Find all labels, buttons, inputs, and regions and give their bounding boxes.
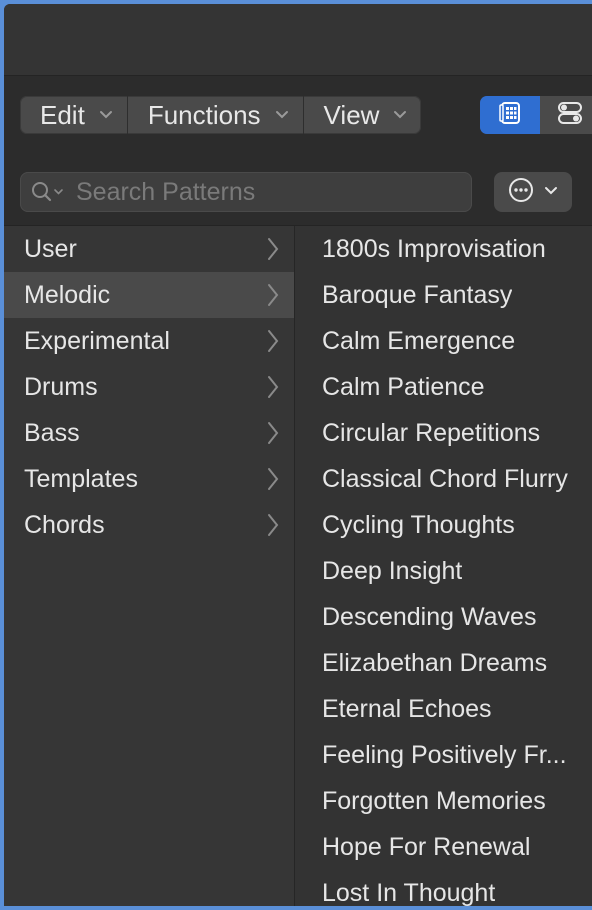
pattern-item[interactable]: Baroque Fantasy	[295, 272, 592, 318]
toolbar: Edit Functions View	[4, 75, 592, 154]
category-item-templates[interactable]: Templates	[4, 456, 294, 502]
more-options-button[interactable]	[494, 172, 572, 212]
search-row	[4, 153, 592, 226]
category-item-bass[interactable]: Bass	[4, 410, 294, 456]
chevron-right-icon	[266, 282, 280, 315]
pattern-label: Eternal Echoes	[322, 694, 492, 723]
view-menu-label: View	[323, 99, 380, 130]
pattern-item[interactable]: Classical Chord Flurry	[295, 456, 592, 502]
chevron-right-icon	[266, 420, 280, 453]
chevron-right-icon	[266, 328, 280, 361]
pattern-label: Cycling Thoughts	[322, 510, 515, 539]
pattern-label: Classical Chord Flurry	[322, 464, 568, 493]
grid-view-button[interactable]	[480, 96, 540, 134]
chevron-right-icon	[266, 512, 280, 545]
category-label: Melodic	[24, 280, 111, 309]
pattern-item[interactable]: Calm Emergence	[295, 318, 592, 364]
pattern-label: Forgotten Memories	[322, 786, 546, 815]
chevron-down-icon	[275, 110, 289, 120]
search-input[interactable]	[74, 176, 458, 208]
category-label: Drums	[24, 372, 98, 401]
toggles-icon	[556, 100, 584, 131]
pattern-label: Circular Repetitions	[322, 418, 541, 447]
pattern-item[interactable]: Hope For Renewal	[295, 824, 592, 870]
pattern-item[interactable]: Lost In Thought	[295, 870, 592, 907]
category-item-melodic[interactable]: Melodic	[4, 272, 294, 318]
ellipsis-circle-icon	[508, 177, 534, 208]
category-label: Chords	[24, 510, 105, 539]
pattern-label: Baroque Fantasy	[322, 280, 513, 309]
category-item-experimental[interactable]: Experimental	[4, 318, 294, 364]
pattern-item[interactable]: Eternal Echoes	[295, 686, 592, 732]
pattern-item[interactable]: Feeling Positively Fr...	[295, 732, 592, 778]
pattern-label: Descending Waves	[322, 602, 537, 631]
chevron-down-icon	[99, 110, 113, 120]
chevron-right-icon	[266, 466, 280, 499]
category-item-user[interactable]: User	[4, 226, 294, 272]
category-list: User Melodic Experimental Drums Bass Tem…	[4, 226, 295, 906]
pattern-item[interactable]: Circular Repetitions	[295, 410, 592, 456]
pattern-label: Feeling Positively Fr...	[322, 740, 567, 769]
pattern-label: Hope For Renewal	[322, 832, 531, 861]
view-menu-button[interactable]: View	[304, 96, 422, 134]
toggles-view-button[interactable]	[540, 96, 592, 134]
grid-icon	[497, 100, 523, 131]
pattern-label: 1800s Improvisation	[322, 234, 546, 263]
search-icon[interactable]	[30, 180, 66, 204]
search-field[interactable]	[20, 172, 472, 212]
pattern-item[interactable]: 1800s Improvisation	[295, 226, 592, 272]
pattern-label: Deep Insight	[322, 556, 463, 585]
category-item-chords[interactable]: Chords	[4, 502, 294, 548]
pattern-label: Lost In Thought	[322, 878, 496, 907]
functions-menu-label: Functions	[147, 99, 261, 130]
pattern-list: 1800s Improvisation Baroque Fantasy Calm…	[295, 226, 592, 906]
chevron-right-icon	[266, 374, 280, 407]
category-label: Experimental	[24, 326, 170, 355]
category-label: Bass	[24, 418, 80, 447]
pattern-item[interactable]: Forgotten Memories	[295, 778, 592, 824]
title-bar	[4, 4, 592, 75]
edit-menu-label: Edit	[40, 99, 85, 130]
pattern-item[interactable]: Cycling Thoughts	[295, 502, 592, 548]
chevron-down-icon	[393, 110, 407, 120]
pattern-item[interactable]: Deep Insight	[295, 548, 592, 594]
menu-segmented-control: Edit Functions View	[20, 96, 422, 134]
chevron-right-icon	[266, 236, 280, 269]
view-mode-toggle	[480, 96, 592, 134]
category-item-drums[interactable]: Drums	[4, 364, 294, 410]
pattern-item[interactable]: Elizabethan Dreams	[295, 640, 592, 686]
pattern-item[interactable]: Calm Patience	[295, 364, 592, 410]
pattern-browser-window: Edit Functions View Search Patterns User…	[4, 4, 592, 906]
chevron-down-icon	[544, 183, 558, 201]
category-label: Templates	[24, 464, 138, 493]
edit-menu-button[interactable]: Edit	[20, 96, 128, 134]
pattern-label: Calm Emergence	[322, 326, 516, 355]
pattern-label: Elizabethan Dreams	[322, 648, 548, 677]
pattern-item[interactable]: Descending Waves	[295, 594, 592, 640]
category-label: User	[24, 234, 77, 263]
functions-menu-button[interactable]: Functions	[128, 96, 304, 134]
pattern-label: Calm Patience	[322, 372, 485, 401]
